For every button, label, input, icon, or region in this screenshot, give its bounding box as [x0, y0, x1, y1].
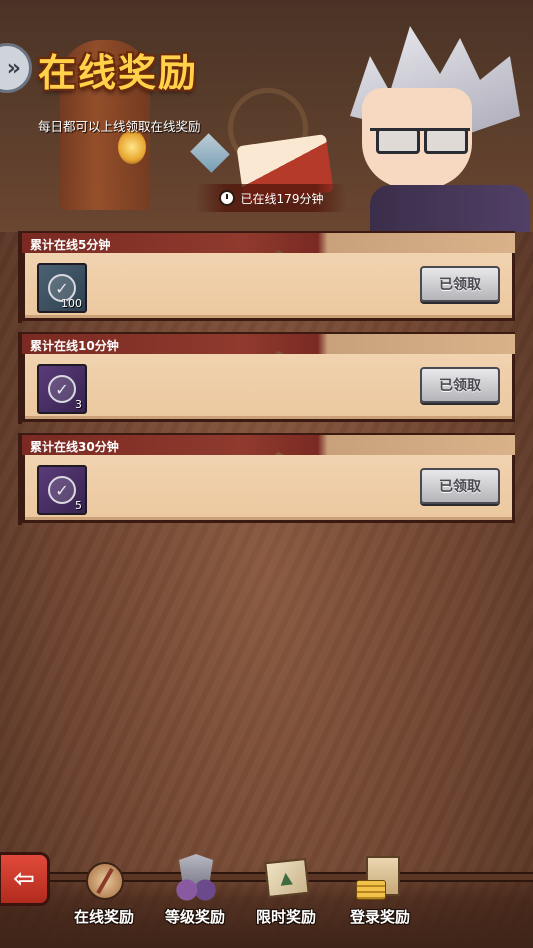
nav-tab-level-reward[interactable]: 等级奖励	[155, 852, 235, 932]
nav-tab-label: 限时奖励	[255, 908, 316, 926]
clock-icon	[218, 190, 235, 206]
nav-tab-online-reward[interactable]: 在线奖励	[64, 852, 144, 932]
nav-tab-limited-reward[interactable]: 限时奖励	[246, 852, 326, 932]
compass-icon	[76, 852, 132, 904]
back-arrow-icon: ⇦	[13, 864, 35, 894]
shield-gems-icon	[167, 852, 223, 904]
online-time-badge: 已在线179分钟	[196, 184, 346, 212]
character-body	[370, 185, 530, 232]
claimed-button[interactable]: 已领取	[420, 468, 500, 504]
map-icon	[258, 852, 314, 904]
reward-item-count: 100	[61, 297, 82, 310]
reward-requirement-label: 累计在线10分钟	[30, 339, 119, 353]
checkmark-icon: ✓	[48, 476, 76, 504]
double-chevron-icon: »	[6, 55, 21, 81]
reward-requirement-label: 累计在线5分钟	[30, 238, 111, 252]
reward-card: 累计在线10分钟 ✓ 3 已领取	[18, 332, 515, 424]
checkmark-icon: ✓	[48, 375, 76, 403]
lamp-decoration	[118, 130, 146, 164]
claimed-button[interactable]: 已领取	[420, 266, 500, 302]
reward-item[interactable]: ✓ 100	[37, 263, 87, 313]
reward-card-body: ✓ 100 已领取	[22, 253, 515, 321]
reward-item-count: 5	[75, 499, 82, 512]
reward-card: 累计在线30分钟 ✓ 5 已领取	[18, 433, 515, 525]
reward-requirement-label: 累计在线30分钟	[30, 440, 119, 454]
page-subtitle: 每日都可以上线领取在线奖励	[38, 119, 201, 134]
nav-tab-label: 等级奖励	[164, 908, 225, 926]
character-glasses	[370, 128, 470, 154]
claimed-button[interactable]: 已领取	[420, 367, 500, 403]
reward-card-body: ✓ 3 已领取	[22, 354, 515, 422]
scroll-coins-icon	[352, 852, 408, 904]
crystal-decoration	[190, 133, 230, 173]
nav-tab-label: 登录奖励	[349, 908, 410, 926]
reward-item-count: 3	[75, 398, 82, 411]
reward-card-body: ✓ 5 已领取	[22, 455, 515, 523]
page-title: 在线奖励	[38, 51, 199, 95]
reward-item[interactable]: ✓ 5	[37, 465, 87, 515]
nav-tab-label: 在线奖励	[73, 908, 134, 926]
back-button[interactable]: ⇦	[0, 852, 50, 906]
nav-tab-login-reward[interactable]: 登录奖励	[340, 852, 420, 932]
reward-item[interactable]: ✓ 3	[37, 364, 87, 414]
online-time-text: 已在线179分钟	[240, 191, 324, 206]
reward-card: 累计在线5分钟 ✓ 100 已领取	[18, 231, 515, 323]
